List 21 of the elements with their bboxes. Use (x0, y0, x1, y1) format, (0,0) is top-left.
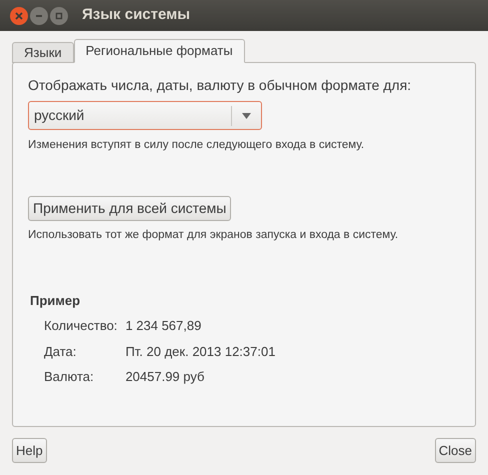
tab[interactable]: Региональные форматы (74, 39, 245, 63)
example-label: Валюта: (44, 368, 95, 386)
apply-note: Использовать тот же формат для экранов запуска и входа в систему. (28, 228, 398, 244)
window-title: Язык системы (82, 5, 190, 26)
example-label: Дата: (44, 342, 78, 361)
example-value: Пт. 20 дек. 2013 12:37:01 (125, 342, 276, 361)
example-title: Пример (30, 292, 80, 310)
help-button[interactable]: Help (12, 438, 47, 463)
tab[interactable]: Языки (12, 42, 74, 63)
close-icon[interactable] (10, 6, 28, 24)
language-dropdown[interactable]: русский (28, 101, 262, 130)
example-label: Количество: (44, 317, 118, 335)
format-label: Отображать числа, даты, валюту в обычном формате для: (28, 76, 412, 95)
minimize-icon[interactable] (30, 6, 48, 24)
close-button[interactable]: Close (434, 438, 476, 463)
apply-button[interactable]: Применить для всей системы (28, 196, 232, 222)
example-value: 1 234 567,89 (125, 317, 202, 335)
maximize-icon[interactable] (50, 6, 68, 24)
format-note: Изменения вступят в силу после следующего входа в систему. (28, 138, 364, 153)
caret-icon (242, 112, 251, 118)
example-value: 20457.99 руб (125, 368, 206, 386)
